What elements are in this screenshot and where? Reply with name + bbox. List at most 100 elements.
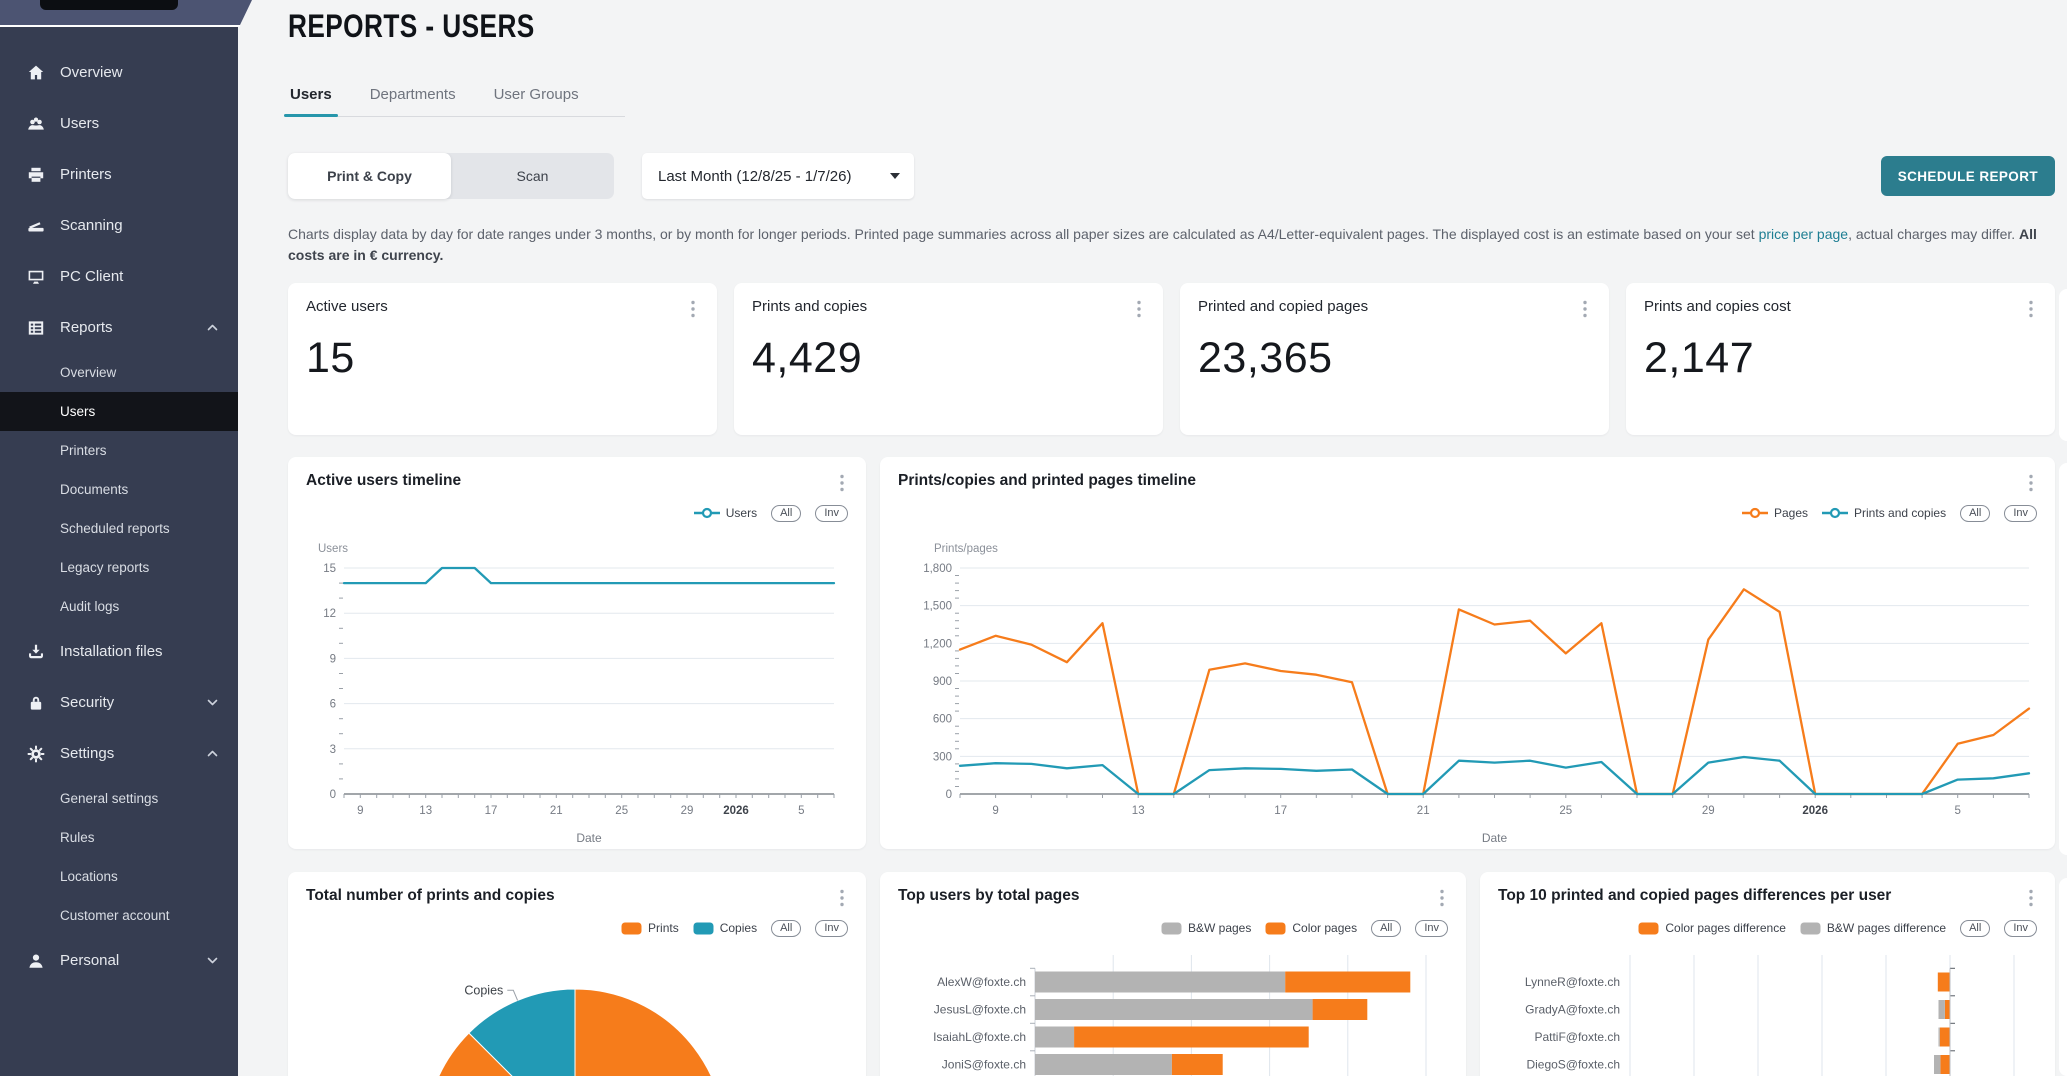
kebab-menu-icon[interactable] [2025, 887, 2037, 909]
legend-item-color-pages-difference[interactable]: Color pages difference [1638, 921, 1786, 935]
kebab-menu-icon[interactable] [1436, 887, 1448, 909]
offscreen-card-sliver [2059, 878, 2067, 1076]
print-copy-toggle-button[interactable]: Print & Copy [288, 153, 451, 199]
svg-text:21: 21 [550, 805, 563, 817]
sidebar-subitem-legacy-reports[interactable]: Legacy reports [0, 548, 238, 587]
chart-title: Total number of prints and copies [306, 887, 555, 905]
sidebar-item-printers[interactable]: Printers [0, 149, 238, 200]
svg-text:12: 12 [323, 608, 336, 620]
legend-inv-button[interactable]: Inv [815, 920, 848, 937]
legend-all-button[interactable]: All [1371, 920, 1401, 937]
svg-text:9: 9 [357, 805, 363, 817]
sidebar-item-overview[interactable]: Overview [0, 47, 238, 98]
sidebar-subitem-users[interactable]: Users [0, 392, 238, 431]
sidebar-item-settings[interactable]: Settings [0, 728, 238, 779]
stat-card-printed-and-copied-pages: Printed and copied pages 23,365 [1180, 283, 1609, 435]
chart-title: Top users by total pages [898, 887, 1079, 905]
gear-icon [26, 744, 46, 764]
sidebar-item-label: Settings [60, 745, 114, 762]
stat-title: Active users [306, 298, 388, 315]
sidebar-subitem-locations[interactable]: Locations [0, 857, 238, 896]
tab-user-groups[interactable]: User Groups [494, 86, 579, 116]
sidebar-item-label: Personal [60, 952, 119, 969]
legend-item-color-pages[interactable]: Color pages [1265, 921, 1357, 935]
svg-text:5: 5 [798, 805, 804, 817]
sidebar-subitem-rules[interactable]: Rules [0, 818, 238, 857]
legend-all-button[interactable]: All [1960, 505, 1990, 522]
svg-text:LynneR@foxte.ch: LynneR@foxte.ch [1525, 975, 1620, 989]
svg-text:3: 3 [330, 744, 336, 756]
kebab-menu-icon[interactable] [1579, 298, 1591, 320]
sidebar: OverviewUsersPrintersScanningPC ClientRe… [0, 27, 238, 1076]
chevron-up-icon [207, 750, 218, 757]
kebab-menu-icon[interactable] [687, 298, 699, 320]
legend-inv-button[interactable]: Inv [2004, 920, 2037, 937]
sidebar-subitem-printers[interactable]: Printers [0, 431, 238, 470]
card-active-users-timeline: Active users timeline UsersAllInv 036912… [288, 457, 866, 849]
app-window: OverviewUsersPrintersScanningPC ClientRe… [0, 0, 2067, 1076]
report-tabs: Users Departments User Groups [288, 86, 625, 117]
kebab-menu-icon[interactable] [2025, 472, 2037, 494]
sidebar-subitem-overview[interactable]: Overview [0, 353, 238, 392]
sidebar-item-reports[interactable]: Reports [0, 302, 238, 353]
chart-legend: Users All Inv [306, 500, 848, 526]
svg-text:DiegoS@foxte.ch: DiegoS@foxte.ch [1526, 1058, 1620, 1072]
legend-inv-button[interactable]: Inv [1415, 920, 1448, 937]
svg-text:17: 17 [485, 805, 498, 817]
tab-users[interactable]: Users [290, 86, 332, 116]
sidebar-subitem-scheduled-reports[interactable]: Scheduled reports [0, 509, 238, 548]
sidebar-subitem-audit-logs[interactable]: Audit logs [0, 587, 238, 626]
legend-item-copies[interactable]: Copies [693, 921, 757, 935]
sidebar-item-installation-files[interactable]: Installation files [0, 626, 238, 677]
date-range-select[interactable]: Last Month (12/8/25 - 1/7/26) [642, 153, 914, 199]
sidebar-item-pc-client[interactable]: PC Client [0, 251, 238, 302]
chart-legend: B&W pages Color pages All Inv [898, 915, 1448, 941]
legend-item-b-w-pages-difference[interactable]: B&W pages difference [1800, 921, 1946, 935]
legend-label: B&W pages [1188, 921, 1251, 935]
legend-label: Prints [648, 921, 679, 935]
legend-inv-button[interactable]: Inv [815, 505, 848, 522]
tab-departments[interactable]: Departments [370, 86, 456, 116]
legend-inv-button[interactable]: Inv [2004, 505, 2037, 522]
legend-all-button[interactable]: All [771, 505, 801, 522]
legend-item-users[interactable]: Users [694, 506, 757, 520]
price-per-page-link[interactable]: price per page [1759, 226, 1849, 242]
legend-item-b-w-pages[interactable]: B&W pages [1161, 921, 1251, 935]
stat-value: 2,147 [1644, 334, 2037, 383]
kebab-menu-icon[interactable] [2025, 298, 2037, 320]
svg-text:25: 25 [615, 805, 628, 817]
legend-item-pages[interactable]: Pages [1742, 506, 1808, 520]
date-range-value: Last Month (12/8/25 - 1/7/26) [658, 168, 851, 185]
legend-label: Color pages difference [1665, 921, 1786, 935]
top-notch [40, 0, 178, 10]
legend-label: Prints and copies [1854, 506, 1946, 520]
svg-text:1,800: 1,800 [923, 563, 952, 575]
sidebar-item-users[interactable]: Users [0, 98, 238, 149]
sidebar-item-scanning[interactable]: Scanning [0, 200, 238, 251]
pages-differences-bars-canvas: LynneR@foxte.chGradyA@foxte.chPattiF@fox… [1498, 945, 2037, 1076]
stat-value: 15 [306, 334, 699, 383]
kebab-menu-icon[interactable] [836, 472, 848, 494]
sidebar-item-security[interactable]: Security [0, 677, 238, 728]
sidebar-item-personal[interactable]: Personal [0, 935, 238, 986]
legend-label: B&W pages difference [1827, 921, 1946, 935]
stat-title: Printed and copied pages [1198, 298, 1368, 315]
legend-all-button[interactable]: All [1960, 920, 1990, 937]
kebab-menu-icon[interactable] [1133, 298, 1145, 320]
kebab-menu-icon[interactable] [836, 887, 848, 909]
stat-card-prints-and-copies-cost: Prints and copies cost 2,147 [1626, 283, 2055, 435]
mode-toggle: Print & Copy Scan [288, 153, 614, 199]
schedule-report-button[interactable]: SCHEDULE REPORT [1881, 156, 2055, 196]
scan-toggle-button[interactable]: Scan [451, 153, 614, 199]
legend-all-button[interactable]: All [771, 920, 801, 937]
reports-icon [26, 318, 46, 338]
svg-text:Copies: Copies [464, 983, 503, 997]
legend-label: Users [726, 506, 757, 520]
chart-legend: Color pages difference B&W pages differen… [1498, 915, 2037, 941]
legend-item-prints[interactable]: Prints [621, 921, 679, 935]
chart-legend: Pages Prints and copies All Inv [898, 500, 2037, 526]
sidebar-subitem-general-settings[interactable]: General settings [0, 779, 238, 818]
sidebar-subitem-customer-account[interactable]: Customer account [0, 896, 238, 935]
sidebar-subitem-documents[interactable]: Documents [0, 470, 238, 509]
legend-item-prints-and-copies[interactable]: Prints and copies [1822, 506, 1946, 520]
